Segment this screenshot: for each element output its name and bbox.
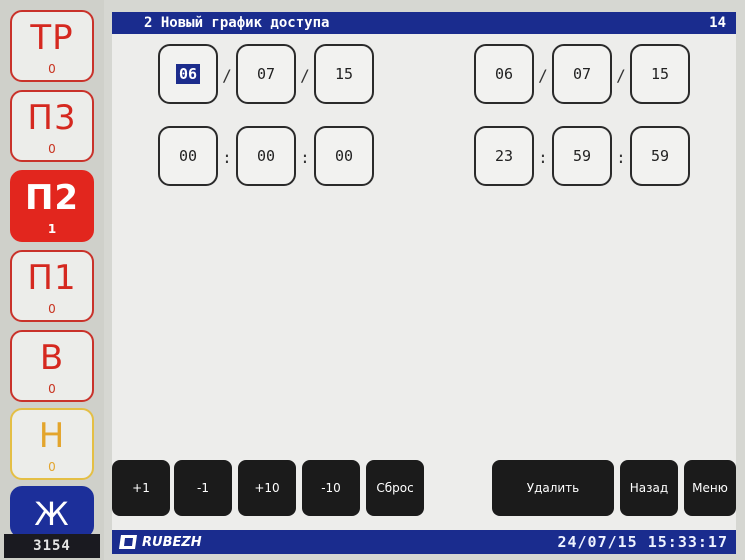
sidebar-button-label: В (39, 338, 65, 378)
start-month-value: 07 (256, 65, 276, 83)
end-day-value: 06 (494, 65, 514, 83)
sidebar-button-count: 0 (48, 382, 56, 396)
sidebar-button-count: 1 (47, 222, 57, 236)
brand-logo: RUBEZH (118, 532, 202, 552)
sidebar-button-label: Ж (34, 495, 70, 533)
start-second-field[interactable]: 00 (314, 126, 374, 186)
sidebar-button-count: 0 (48, 62, 56, 76)
start-minute-field[interactable]: 00 (236, 126, 296, 186)
sidebar-button-label: П1 (27, 258, 77, 298)
title-bar: 2 Новый график доступа 14 (112, 12, 736, 34)
event-counter: 3154 (4, 534, 100, 558)
start-year-field[interactable]: 15 (314, 44, 374, 104)
sidebar-button-p2[interactable]: П2 1 (10, 170, 94, 242)
end-year-field[interactable]: 15 (630, 44, 690, 104)
time-separator: : (616, 148, 626, 167)
rubezh-logo-icon (119, 535, 137, 549)
sidebar-button-p3[interactable]: П3 0 (10, 90, 94, 162)
minus-ten-button[interactable]: -10 (302, 460, 360, 516)
start-day-field[interactable]: 06 (158, 44, 218, 104)
main-screen: 2 Новый график доступа 14 06 / 07 / 15 0… (112, 12, 736, 554)
time-separator: : (222, 148, 232, 167)
start-minute-value: 00 (256, 147, 276, 165)
date-separator: / (222, 66, 232, 85)
end-day-field[interactable]: 06 (474, 44, 534, 104)
end-minute-value: 59 (572, 147, 592, 165)
time-separator: : (538, 148, 548, 167)
sidebar-button-journal[interactable]: Ж (10, 486, 94, 538)
sidebar-button-count: 0 (48, 142, 56, 156)
end-year-value: 15 (650, 65, 670, 83)
sidebar-button-n[interactable]: Н 0 (10, 408, 94, 480)
plus-ten-button[interactable]: +10 (238, 460, 296, 516)
end-month-value: 07 (572, 65, 592, 83)
end-month-field[interactable]: 07 (552, 44, 612, 104)
sidebar-button-label: П2 (24, 178, 80, 218)
end-minute-field[interactable]: 59 (552, 126, 612, 186)
status-bar: RUBEZH 24/07/15 15:33:17 (112, 530, 736, 554)
page-title: 2 Новый график доступа (144, 15, 330, 31)
start-year-value: 15 (334, 65, 354, 83)
sidebar-button-count: 0 (48, 460, 56, 474)
sidebar-button-label: П3 (27, 98, 77, 138)
start-second-value: 00 (334, 147, 354, 165)
reset-button[interactable]: Сброс (366, 460, 424, 516)
plus-one-button[interactable]: +1 (112, 460, 170, 516)
system-datetime: 24/07/15 15:33:17 (557, 533, 728, 551)
menu-button[interactable]: Меню (684, 460, 736, 516)
sidebar-button-v[interactable]: В 0 (10, 330, 94, 402)
sidebar-button-p1[interactable]: П1 0 (10, 250, 94, 322)
sidebar-button-label: Н (38, 416, 66, 456)
end-hour-field[interactable]: 23 (474, 126, 534, 186)
delete-button[interactable]: Удалить (492, 460, 614, 516)
sidebar-button-count: 0 (48, 302, 56, 316)
back-button[interactable]: Назад (620, 460, 678, 516)
time-separator: : (300, 148, 310, 167)
start-hour-field[interactable]: 00 (158, 126, 218, 186)
start-day-value: 06 (175, 64, 201, 84)
sidebar-button-label: ТР (30, 18, 74, 58)
end-hour-value: 23 (494, 147, 514, 165)
date-separator: / (300, 66, 310, 85)
sidebar-button-tr[interactable]: ТР 0 (10, 10, 94, 82)
start-hour-value: 00 (178, 147, 198, 165)
brand-name: RUBEZH (142, 534, 202, 550)
minus-one-button[interactable]: -1 (174, 460, 232, 516)
date-separator: / (616, 66, 626, 85)
date-separator: / (538, 66, 548, 85)
sidebar: ТР 0 П3 0 П2 1 П1 0 В 0 Н 0 Ж 3154 (0, 0, 104, 560)
start-month-field[interactable]: 07 (236, 44, 296, 104)
page-number: 14 (709, 15, 726, 31)
end-second-value: 59 (650, 147, 670, 165)
end-second-field[interactable]: 59 (630, 126, 690, 186)
